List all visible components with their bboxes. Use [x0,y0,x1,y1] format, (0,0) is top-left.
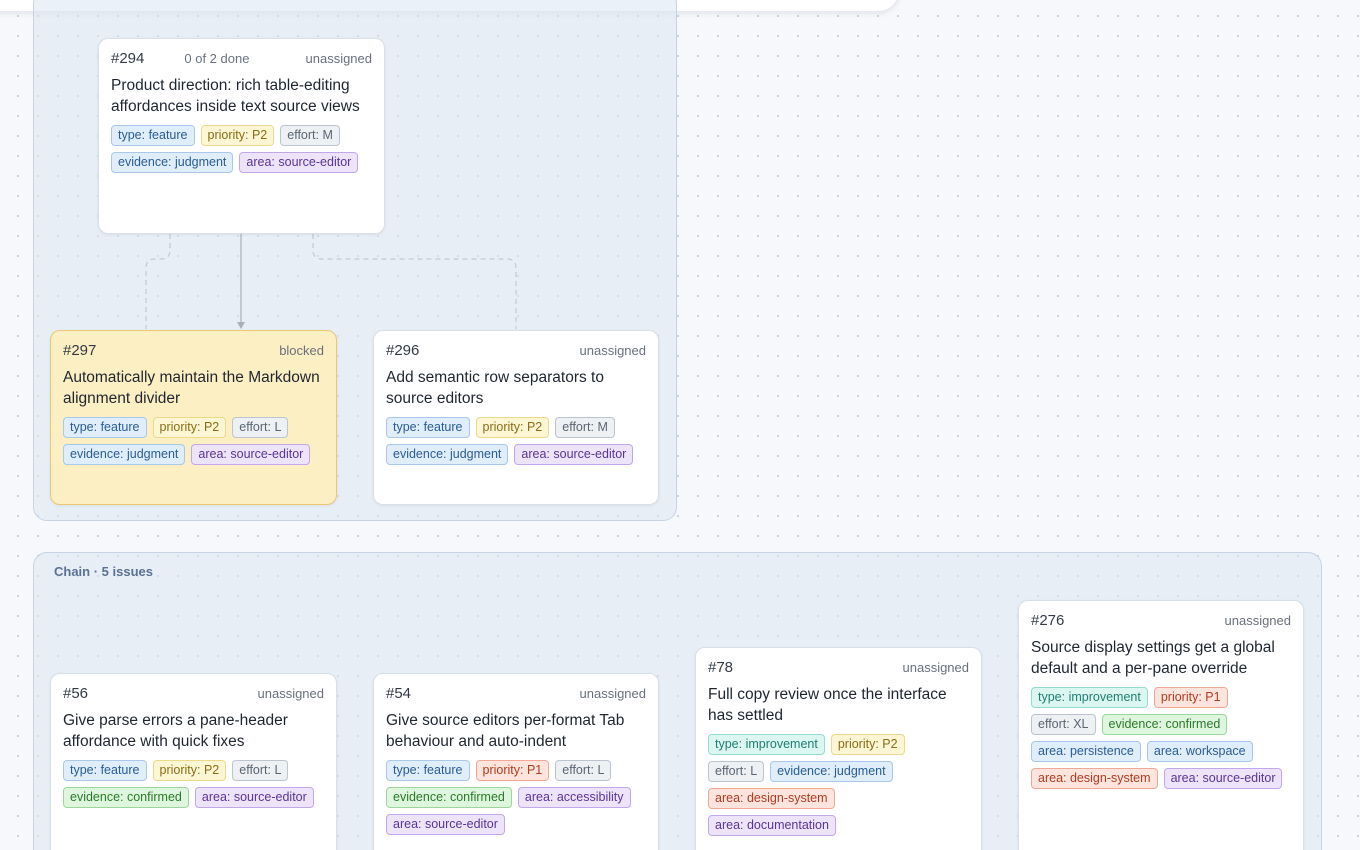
group-label: Chain · 5 issues [54,564,153,579]
label-chip: priority: P2 [830,734,905,755]
label-chip: evidence: confirmed [63,787,189,808]
label-chip: priority: P2 [475,417,550,438]
issue-status: blocked [279,343,324,358]
issue-card-54[interactable]: #54 unassigned Give source editors per-f… [373,673,659,850]
label-chip: priority: P2 [200,125,275,146]
label-chip: effort: M [280,125,340,146]
label-chip: evidence: judgment [770,761,893,782]
label-chip: priority: P1 [475,760,550,781]
issue-status: unassigned [305,51,373,66]
label-chip: evidence: confirmed [1101,714,1228,735]
label-chip: type: improvement [1031,687,1148,708]
label-chip: area: source-editor [191,444,311,465]
label-chip: area: source-editor [239,152,359,173]
issue-card-297[interactable]: #297 blocked Automatically maintain the … [50,330,337,505]
issue-card-56[interactable]: #56 unassigned Give parse errors a pane-… [50,673,337,850]
issue-title: Source display settings get a global def… [1031,639,1275,677]
issue-title: Give source editors per-format Tab behav… [386,712,625,750]
issue-title: Product direction: rich table-editing af… [111,77,360,115]
label-chip: effort: L [232,417,289,438]
label-chip: type: feature [111,125,195,146]
issue-status: unassigned [1224,613,1292,628]
label-chip: area: workspace [1146,741,1253,762]
issue-title: Automatically maintain the Markdown alig… [63,369,320,407]
label-chip: evidence: judgment [63,444,186,465]
issue-progress: 0 of 2 done [184,51,250,66]
label-chip: area: design-system [1031,768,1158,789]
label-chip: area: source-editor [514,444,634,465]
issue-card-296[interactable]: #296 unassigned Add semantic row separat… [373,330,659,505]
label-chip: area: design-system [708,788,835,809]
issue-status: unassigned [902,660,970,675]
label-chip: type: feature [386,417,470,438]
issue-id: #297 [63,342,97,359]
label-chip: area: source-editor [386,814,505,835]
issue-status: unassigned [579,343,647,358]
label-chip: effort: L [555,760,612,781]
issue-status: unassigned [579,686,647,701]
label-chip: type: feature [63,760,147,781]
label-chip: evidence: judgment [111,152,234,173]
label-chip: priority: P1 [1153,687,1228,708]
label-chip: effort: L [708,761,765,782]
label-chip: type: feature [63,417,147,438]
issue-card-78[interactable]: #78 unassigned Full copy review once the… [695,647,982,850]
issue-card-294[interactable]: #294 0 of 2 done unassigned Product dire… [98,38,385,234]
label-chip: priority: P2 [152,417,227,438]
issue-id: #54 [386,685,412,702]
label-chip: effort: M [555,417,615,438]
issue-card-276[interactable]: #276 unassigned Source display settings … [1018,600,1304,850]
issue-id: #56 [63,685,89,702]
issue-title: Add semantic row separators to source ed… [386,369,604,407]
label-chip: area: source-editor [1163,768,1283,789]
label-chip: area: persistence [1031,741,1141,762]
issue-id: #276 [1031,612,1065,629]
label-chip: evidence: judgment [386,444,509,465]
issue-id: #296 [386,342,420,359]
issue-id: #294 [111,50,145,67]
label-chip: area: documentation [708,815,836,836]
label-chip: area: accessibility [517,787,631,808]
label-chip: type: feature [386,760,470,781]
label-chip: effort: L [232,760,289,781]
label-chip: type: improvement [708,734,825,755]
label-chip: priority: P2 [152,760,227,781]
issue-title: Give parse errors a pane-header affordan… [63,712,288,750]
issue-status: unassigned [257,686,325,701]
label-chip: evidence: confirmed [386,787,512,808]
label-chip: effort: XL [1031,714,1096,735]
issue-id: #78 [708,659,734,676]
label-chip: area: source-editor [194,787,314,808]
issue-title: Full copy review once the interface has … [708,686,947,724]
